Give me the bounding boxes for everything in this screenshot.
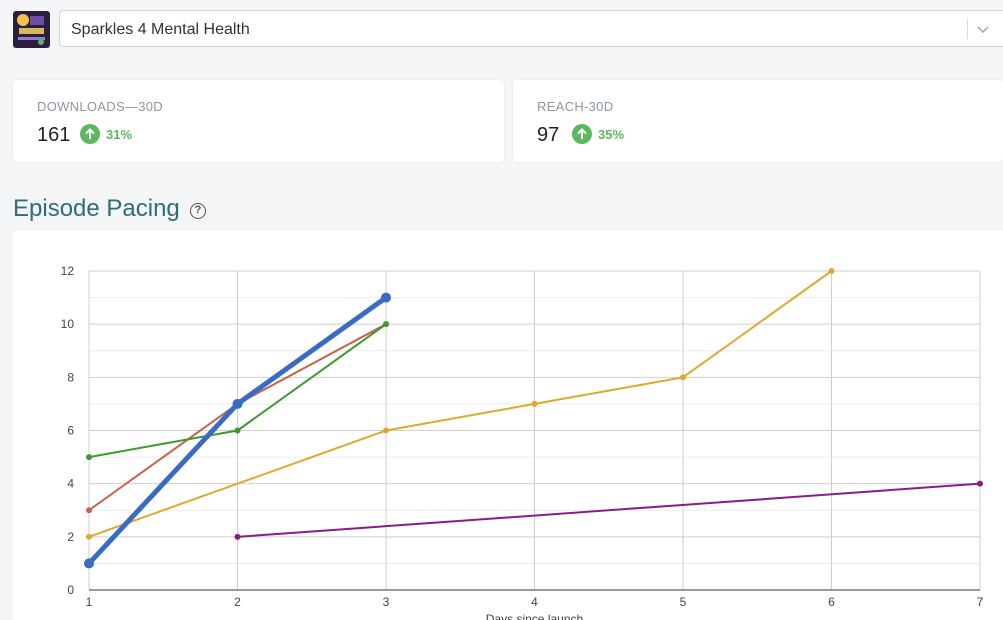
chart-svg: 0246810121 2 3 4 5 6 7Days since launch — [61, 264, 984, 620]
chevron-down-icon[interactable] — [975, 20, 991, 38]
series-point-1 — [86, 533, 92, 540]
series-point-2 — [977, 480, 983, 487]
y-tick-label: 12 — [61, 264, 75, 278]
x-tick-label: 6 — [828, 595, 835, 609]
podcast-cover-art — [13, 11, 50, 48]
reach-label: REACH-30D — [537, 99, 614, 114]
downloads-label: DOWNLOADS—30D — [37, 99, 163, 114]
x-tick-label: 5 — [680, 595, 687, 609]
arrow-up-icon — [80, 124, 100, 144]
series-point-5 — [84, 558, 94, 569]
series-point-1 — [828, 268, 835, 274]
x-tick-label: 7 — [977, 595, 984, 609]
downloads-trend: 31% — [80, 123, 132, 145]
x-tick-label: 2 — [234, 595, 241, 609]
select-divider — [967, 19, 968, 39]
x-tick-label: 4 — [531, 595, 538, 609]
x-tick-label: 1 — [86, 595, 93, 609]
downloads-stat-card: DOWNLOADS—30D 161 31% — [13, 80, 504, 162]
y-tick-label: 2 — [67, 530, 74, 544]
downloads-value: 161 — [37, 124, 71, 146]
y-tick-label: 4 — [67, 477, 74, 491]
series-point-4 — [383, 321, 389, 328]
series-point-4 — [234, 427, 241, 434]
series-point-2 — [234, 533, 241, 540]
series-point-1 — [531, 400, 538, 407]
reach-change: 35% — [598, 126, 625, 142]
x-axis-title: Days since launch — [486, 612, 583, 620]
reach-value: 97 — [537, 124, 560, 146]
episode-pacing-chart: 0 2 4 6 8 10 12 1 2 3 4 5 6 7 Days since launch — [13, 231, 1003, 620]
podcast-select[interactable]: Sparkles 4 Mental Health — [59, 10, 1003, 47]
y-tick-label: 10 — [61, 317, 75, 331]
series-point-5 — [232, 398, 243, 409]
section-title: Episode Pacing — [13, 195, 180, 222]
series-point-4 — [86, 454, 92, 461]
x-tick-label: 3 — [383, 595, 390, 609]
series-point-5 — [381, 292, 391, 303]
podcast-select-value: Sparkles 4 Mental Health — [71, 21, 250, 38]
reach-trend: 35% — [572, 123, 624, 145]
downloads-change: 31% — [106, 126, 133, 142]
y-tick-label: 8 — [67, 370, 74, 384]
series-point-3 — [86, 507, 92, 514]
y-tick-label: 0 — [67, 583, 74, 597]
reach-stat-card: REACH-30D 97 35% — [513, 80, 1003, 162]
y-tick-label: 6 — [67, 424, 74, 438]
series-point-1 — [383, 427, 389, 434]
help-circle-icon[interactable]: ? — [190, 203, 206, 219]
arrow-up-icon — [572, 124, 592, 144]
series-point-1 — [680, 374, 686, 381]
